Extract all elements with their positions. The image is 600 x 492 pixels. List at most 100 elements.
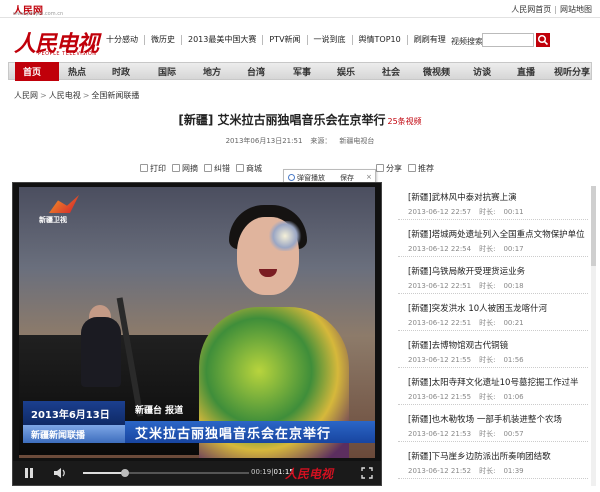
video-player[interactable]: 新疆卫视 2013年6月13日 新疆新闻联播 新疆台 报道 艾米拉古丽独唱音乐会… bbox=[12, 182, 382, 486]
video-title[interactable]: [新疆]乌铁局敞开受理货运业务 bbox=[408, 265, 525, 277]
list-item[interactable]: [新疆]武林风中泰对抗赛上演 2013-06-12 22:57 时长: 00:11 bbox=[398, 186, 588, 220]
search-label: 视频搜索 bbox=[451, 37, 483, 46]
nav-item[interactable]: 微视频 bbox=[423, 65, 450, 78]
video-meta: 2013-06-12 21:53 时长: 00:57 bbox=[408, 430, 524, 438]
source-label: 来源： bbox=[310, 137, 332, 145]
video-meta: 2013-06-12 21:55 时长: 01:06 bbox=[408, 393, 524, 401]
list-item[interactable]: [新疆]也木勒牧场 一部手机装进整个农场 2013-06-12 21:53 时长:… bbox=[398, 408, 588, 442]
list-item[interactable]: [新疆]太阳寺拜文化遗址10号墓挖掘工作过半 2013-06-12 21:55 时… bbox=[398, 371, 588, 405]
edit-icon bbox=[204, 164, 212, 172]
video-meta: 2013-06-12 22:57 时长: 00:11 bbox=[408, 208, 524, 216]
list-item[interactable]: [新疆]去博物馆观古代铜镜 2013-06-12 21:55 时长: 01:56 bbox=[398, 334, 588, 368]
top-strip: 人民网 www.people.com.cn 人民网首页 | 网站地图 bbox=[0, 0, 600, 18]
bookmark-icon bbox=[172, 164, 180, 172]
print-button[interactable]: 打印 bbox=[140, 163, 166, 174]
caption-reporter: 新疆台 报道 bbox=[135, 406, 184, 416]
views-count[interactable]: 25条视频 bbox=[387, 117, 421, 126]
thumbs-up-icon bbox=[408, 164, 416, 172]
video-meta: 2013-06-12 22:51 时长: 00:21 bbox=[408, 319, 524, 327]
fullscreen-icon[interactable] bbox=[361, 467, 373, 479]
site-logo[interactable]: 人民电视 PEOPLE TELEVISION bbox=[8, 22, 100, 60]
pause-icon[interactable] bbox=[23, 467, 35, 479]
video-title[interactable]: [新疆]塔城两处遗址列入全国重点文物保护单位 bbox=[408, 228, 585, 240]
nav-item[interactable]: 地方 bbox=[203, 65, 221, 78]
elapsed-time: 00:19 bbox=[251, 468, 272, 476]
list-item[interactable]: [新疆]乌铁局敞开受理货运业务 2013-06-12 22:51 时长: 00:18 bbox=[398, 260, 588, 294]
nav-item[interactable]: 社会 bbox=[382, 65, 400, 78]
share-icon bbox=[376, 164, 384, 172]
seek-progress bbox=[83, 472, 125, 474]
nav-item[interactable]: 军事 bbox=[293, 65, 311, 78]
logo-subtext: PEOPLE TELEVISION bbox=[38, 51, 97, 57]
title-text: [新疆] 艾米拉古丽独唱音乐会在京举行 bbox=[178, 113, 386, 127]
seek-handle[interactable] bbox=[120, 469, 129, 477]
header-link[interactable]: 2013最美中国大赛 bbox=[181, 35, 262, 45]
station-logo: 新疆卫视 bbox=[33, 195, 103, 229]
top-links: 人民网首页 | 网站地图 bbox=[511, 5, 592, 14]
nav-item[interactable]: 台湾 bbox=[247, 65, 265, 78]
search-button[interactable] bbox=[536, 33, 550, 47]
list-scrollbar[interactable] bbox=[591, 186, 596, 486]
station-name: 新疆卫视 bbox=[39, 216, 67, 224]
video-title[interactable]: [新疆]下马崖乡边防派出所奏响团结歌 bbox=[408, 450, 551, 462]
recommend-button[interactable]: 推荐 bbox=[408, 163, 434, 174]
video-meta: 2013-06-12 21:55 时长: 01:56 bbox=[408, 356, 524, 364]
header-link[interactable]: 微历史 bbox=[144, 35, 181, 45]
header-link[interactable]: 舆情TOP10 bbox=[351, 35, 407, 45]
video-title[interactable]: [新疆]去博物馆观古代铜镜 bbox=[408, 339, 508, 351]
publish-datetime: 2013年06月13日21:51 bbox=[225, 137, 303, 145]
nav-item[interactable]: 国际 bbox=[158, 65, 176, 78]
scrollbar-thumb[interactable] bbox=[591, 186, 596, 266]
caption-title: 艾米拉古丽独唱音乐会在京举行 bbox=[125, 421, 375, 443]
video-title[interactable]: [新疆]武林风中泰对抗赛上演 bbox=[408, 191, 517, 203]
nav-item[interactable]: 视听分享 bbox=[554, 65, 590, 78]
mall-button[interactable]: 商城 bbox=[236, 163, 262, 174]
player-controls: 00:19|01:15 人民电视 bbox=[13, 461, 381, 485]
player-logo: 人民电视 bbox=[285, 467, 334, 481]
header-link[interactable]: 一说到底 bbox=[306, 35, 352, 45]
station-logo-icon bbox=[49, 195, 79, 213]
nav-item[interactable]: 热点 bbox=[68, 65, 86, 78]
header-link[interactable]: PTV新闻 bbox=[262, 35, 306, 45]
header-link[interactable]: 十分感动 bbox=[100, 35, 144, 45]
video-meta: 2013-06-12 21:52 时长: 01:39 bbox=[408, 467, 524, 475]
singer-headpiece bbox=[267, 221, 303, 251]
pianist-figure bbox=[81, 317, 121, 387]
source: 新疆电视台 bbox=[339, 137, 375, 145]
search-input[interactable] bbox=[482, 33, 534, 47]
video-frame[interactable]: 新疆卫视 2013年6月13日 新疆新闻联播 新疆台 报道 艾米拉古丽独唱音乐会… bbox=[19, 187, 375, 458]
header-link[interactable]: 刷刷有理 bbox=[406, 35, 452, 45]
video-title[interactable]: [新疆]突发洪水 10人被困玉龙喀什河 bbox=[408, 302, 547, 314]
nav-item-home[interactable]: 首页 bbox=[23, 65, 41, 78]
nav-item[interactable]: 时政 bbox=[112, 65, 130, 78]
breadcrumb-item[interactable]: 人民电视 bbox=[49, 91, 81, 100]
breadcrumb-item[interactable]: 全国新闻联播 bbox=[91, 91, 139, 100]
volume-icon[interactable] bbox=[53, 467, 67, 479]
list-item[interactable]: [新疆]突发洪水 10人被困玉龙喀什河 2013-06-12 22:51 时长: 0… bbox=[398, 297, 588, 331]
list-item[interactable]: [新疆]下马崖乡边防派出所奏响团结歌 2013-06-12 21:52 时长: 01… bbox=[398, 445, 588, 479]
header-nav: 十分感动 微历史 2013最美中国大赛 PTV新闻 一说到底 舆情TOP10 刷刷有理 bbox=[100, 35, 452, 45]
home-link[interactable]: 人民网首页 bbox=[511, 5, 551, 14]
breadcrumb: 人民网 > 人民电视 > 全国新闻联播 bbox=[14, 91, 140, 100]
report-error-button[interactable]: 纠错 bbox=[204, 163, 230, 174]
cart-icon bbox=[236, 164, 244, 172]
seek-bar[interactable] bbox=[83, 469, 249, 477]
close-icon[interactable]: × bbox=[366, 173, 372, 181]
search-icon bbox=[537, 34, 549, 46]
bookmark-button[interactable]: 网摘 bbox=[172, 163, 198, 174]
list-item[interactable]: [新疆]塔城两处遗址列入全国重点文物保护单位 2013-06-12 22:54 时… bbox=[398, 223, 588, 257]
nav-item[interactable]: 访谈 bbox=[473, 65, 491, 78]
video-title[interactable]: [新疆]太阳寺拜文化遗址10号墓挖掘工作过半 bbox=[408, 376, 578, 388]
nav-item[interactable]: 直播 bbox=[517, 65, 535, 78]
news-caption: 2013年6月13日 新疆新闻联播 新疆台 报道 艾米拉古丽独唱音乐会在京举行 bbox=[19, 401, 375, 447]
video-meta: 2013-06-12 22:51 时长: 00:18 bbox=[408, 282, 524, 290]
nav-item[interactable]: 娱乐 bbox=[337, 65, 355, 78]
breadcrumb-item[interactable]: 人民网 bbox=[14, 91, 38, 100]
share-button[interactable]: 分享 bbox=[376, 163, 402, 174]
sitemap-link[interactable]: 网站地图 bbox=[560, 5, 592, 14]
popout-icon bbox=[288, 174, 295, 181]
video-title[interactable]: [新疆]也木勒牧场 一部手机装进整个农场 bbox=[408, 413, 562, 425]
print-icon bbox=[140, 164, 148, 172]
mini-url: www.people.com.cn bbox=[13, 11, 64, 17]
caption-date: 2013年6月13日 bbox=[23, 401, 125, 425]
